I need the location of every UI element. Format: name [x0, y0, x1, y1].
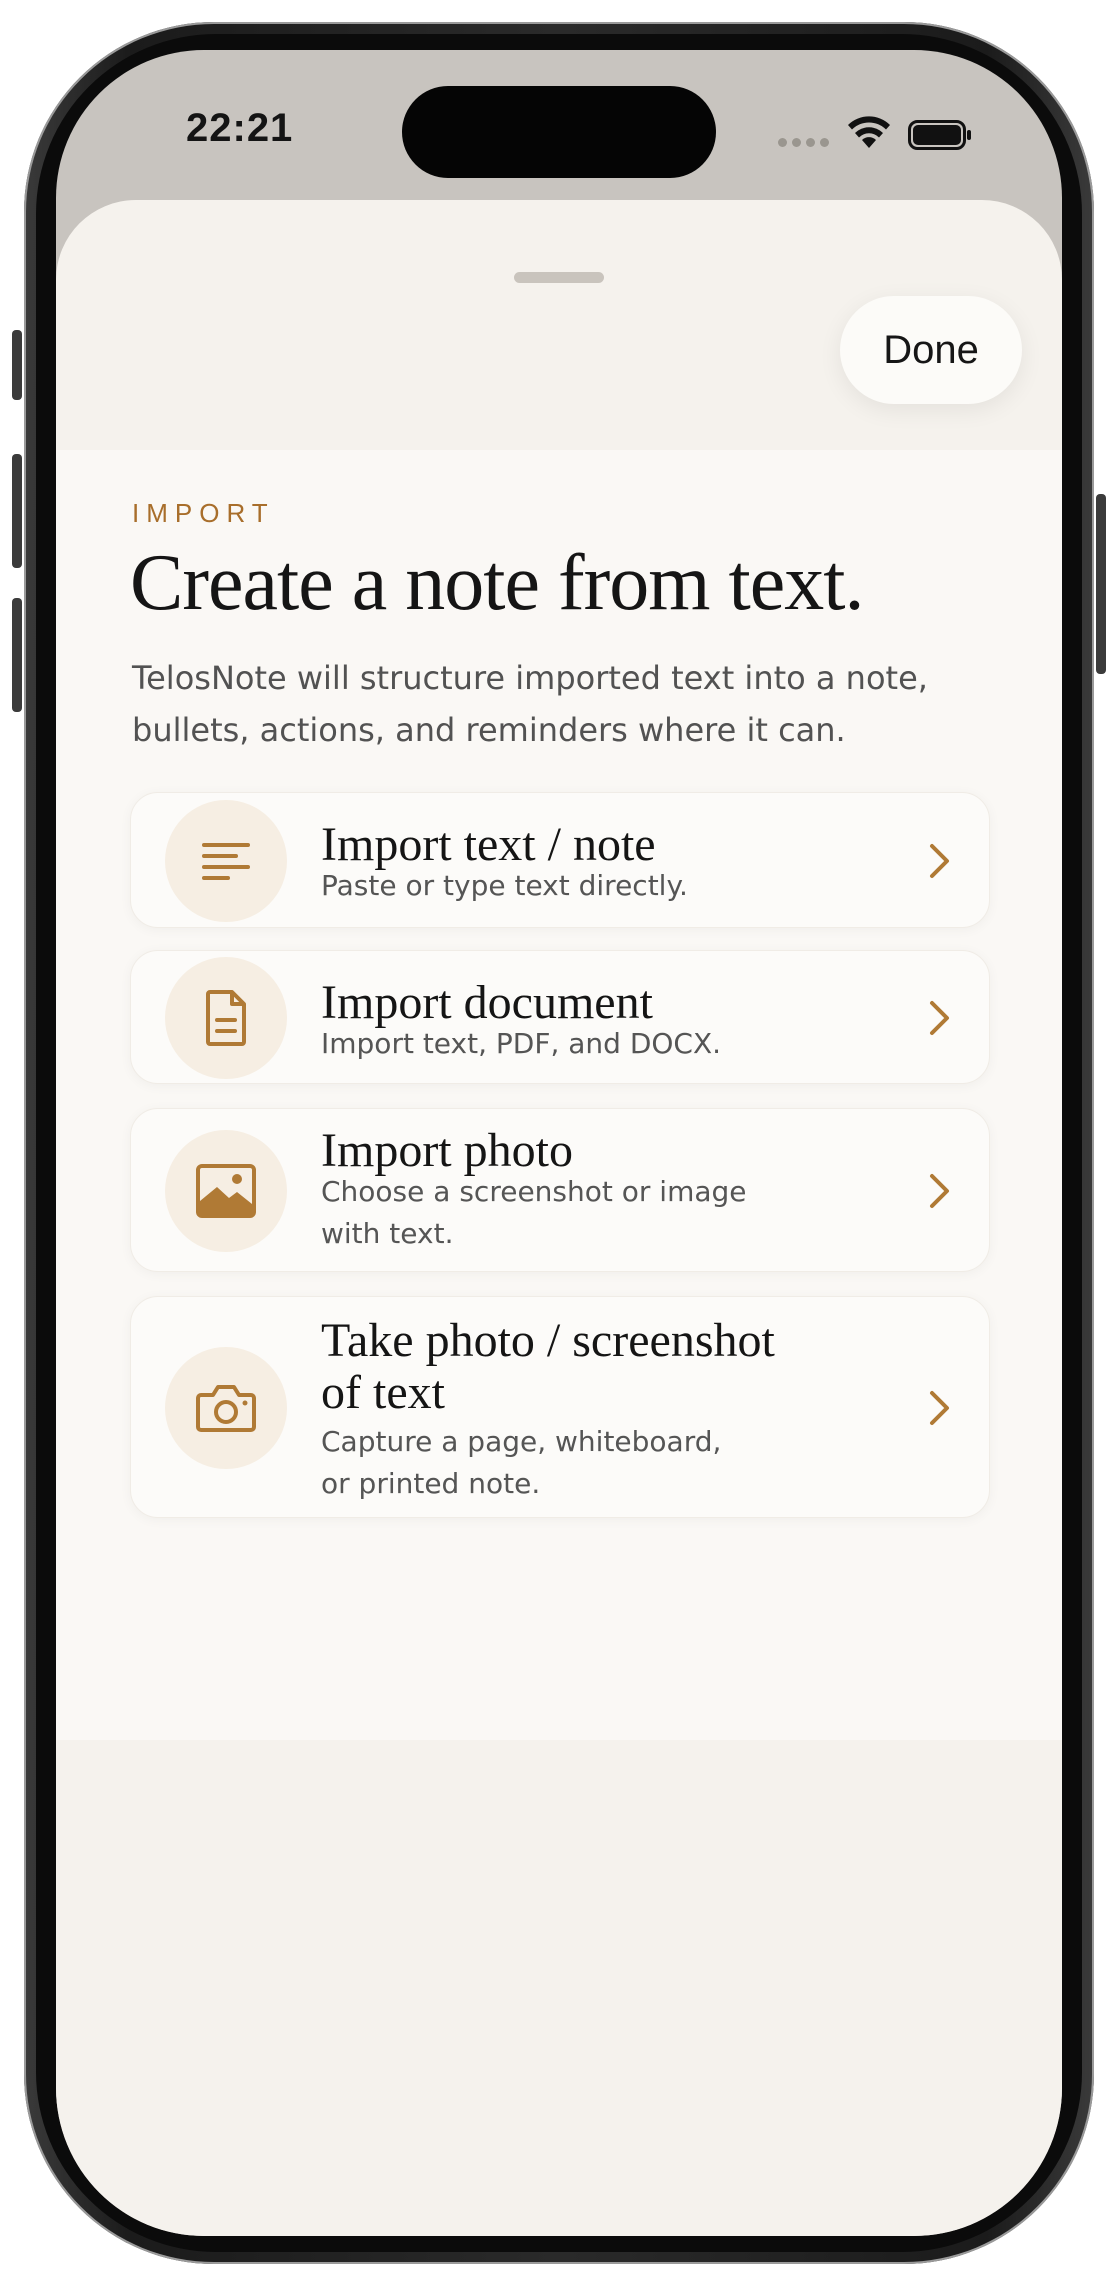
option-title: Import photo	[321, 1124, 573, 1177]
power-button	[1096, 494, 1106, 674]
import-text-option[interactable]: Import text / note Paste or type text di…	[130, 792, 990, 928]
option-title: Take photo / screenshot of text	[321, 1314, 775, 1419]
chevron-right-icon	[930, 1001, 949, 1035]
camera-icon	[196, 1385, 256, 1432]
import-photo-icon-container	[165, 1130, 287, 1252]
action-button	[12, 330, 22, 400]
chevron-right-icon	[930, 1391, 949, 1425]
sheet-grabber[interactable]	[514, 272, 604, 283]
import-document-icon-container	[165, 957, 287, 1079]
volume-up-button	[12, 454, 22, 568]
option-title: Import document	[321, 976, 653, 1029]
dynamic-island	[402, 86, 716, 178]
wifi-icon	[848, 116, 890, 148]
option-title: Import text / note	[321, 818, 656, 871]
option-description: Import text, PDF, and DOCX.	[321, 1027, 722, 1060]
option-description: Choose a screenshot or image with text.	[321, 1175, 747, 1250]
sheet-content: IMPORT Create a note from text. TelosNot…	[56, 450, 1062, 1740]
take-photo-icon-container	[165, 1347, 287, 1469]
import-sheet: Done IMPORT Create a note from text. Tel…	[56, 200, 1062, 2236]
battery-icon	[908, 120, 971, 150]
import-text-icon-container	[165, 800, 287, 922]
import-document-option[interactable]: Import document Import text, PDF, and DO…	[130, 950, 990, 1084]
page-title: Create a note from text.	[130, 539, 864, 627]
text-lines-icon	[202, 843, 250, 880]
image-icon	[196, 1164, 256, 1218]
status-time: 22:21	[186, 106, 294, 150]
status-bar: 22:21	[56, 50, 1062, 200]
page-subtitle: TelosNote will structure imported text i…	[132, 659, 928, 749]
cellular-signal-icon	[778, 138, 829, 147]
option-description: Paste or type text directly.	[321, 869, 688, 902]
volume-down-button	[12, 598, 22, 712]
document-icon	[206, 990, 246, 1046]
take-photo-option[interactable]: Take photo / screenshot of text Capture …	[130, 1296, 990, 1518]
done-button[interactable]: Done	[840, 296, 1022, 404]
import-photo-option[interactable]: Import photo Choose a screenshot or imag…	[130, 1108, 990, 1272]
chevron-right-icon	[930, 1174, 949, 1208]
chevron-right-icon	[930, 844, 949, 878]
screen: 22:21 Done IMPORT Create a note from tex…	[56, 50, 1062, 2236]
section-eyebrow: IMPORT	[132, 498, 275, 528]
option-description: Capture a page, whiteboard, or printed n…	[321, 1425, 722, 1500]
